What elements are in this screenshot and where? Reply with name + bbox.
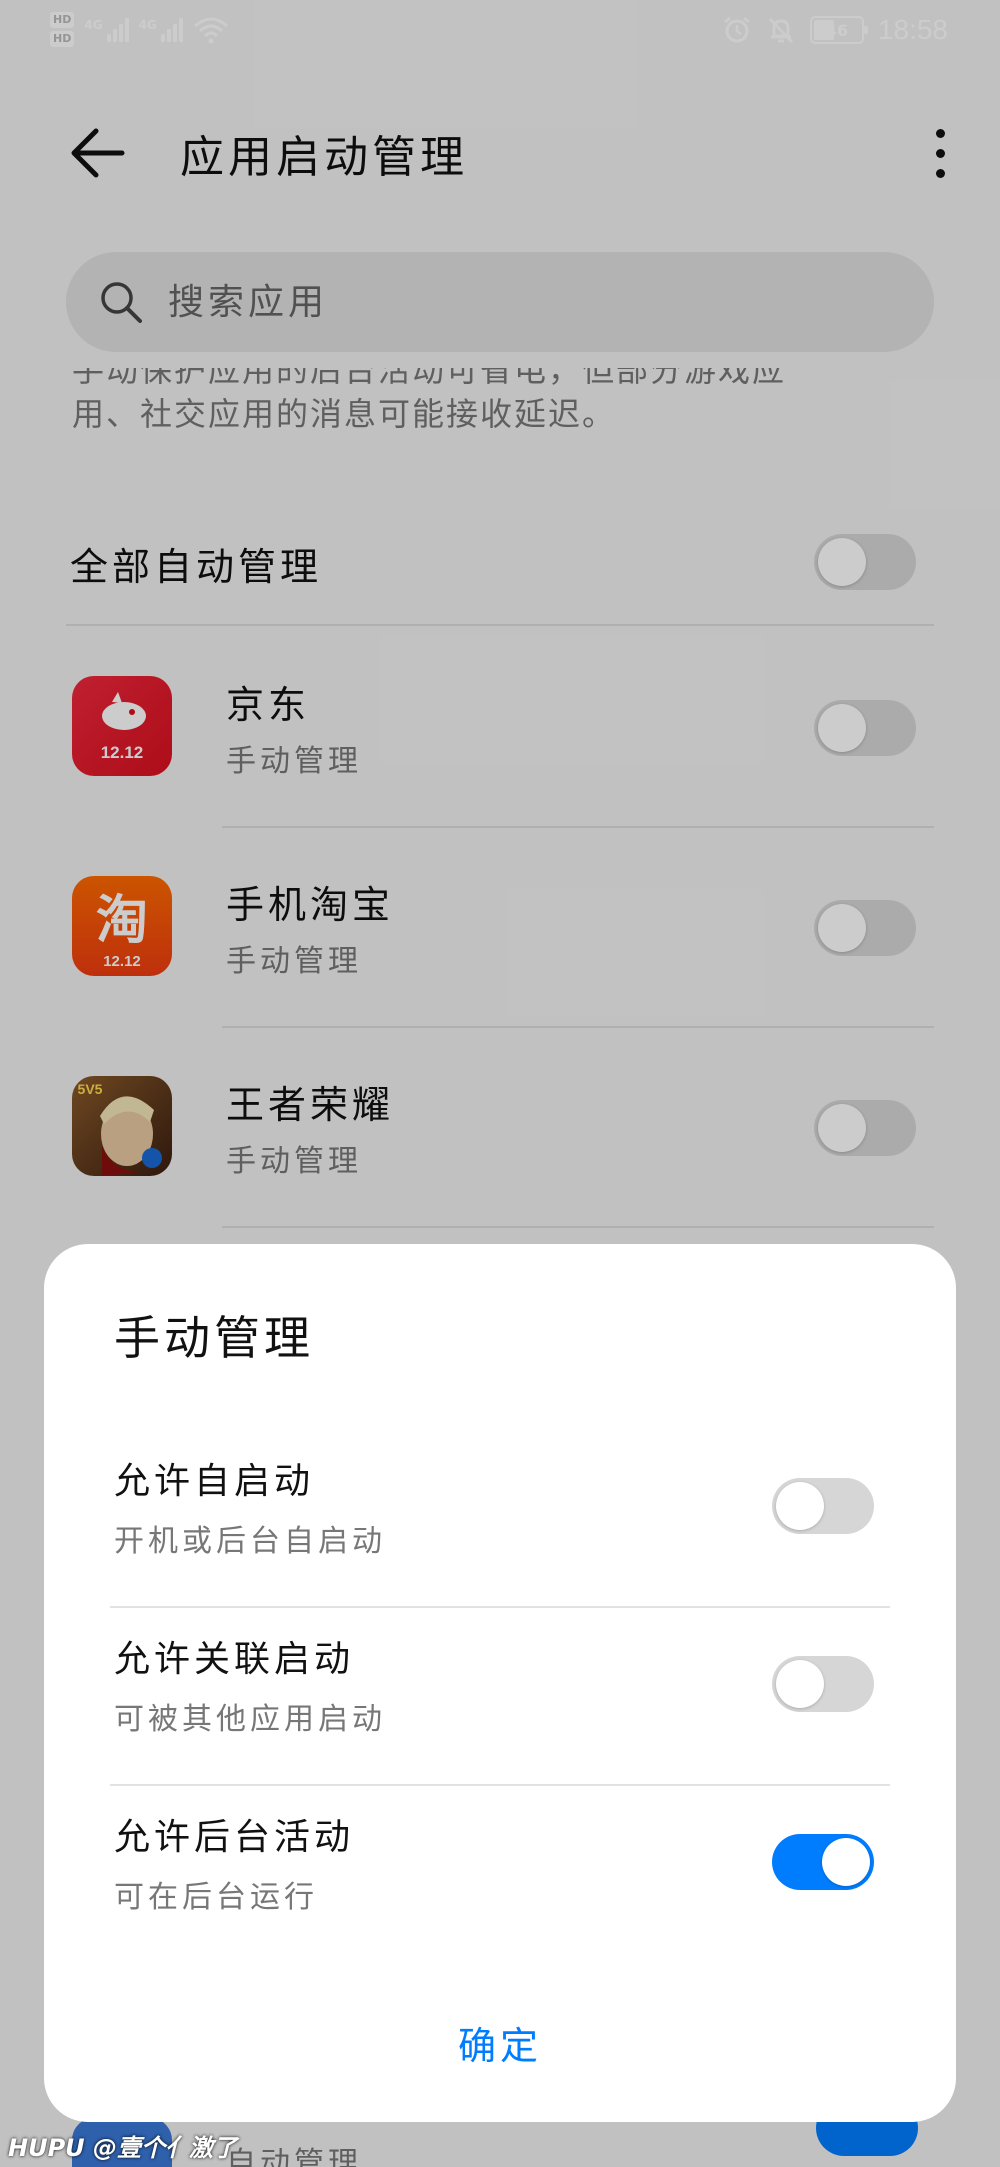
background-activity-toggle[interactable] [772,1834,874,1890]
auto-start-toggle[interactable] [772,1478,874,1534]
option-associated-start[interactable]: 允许关联启动 可被其他应用启动 [110,1608,890,1786]
option-subtitle: 开机或后台自启动 [114,1524,386,1559]
option-auto-start[interactable]: 允许自启动 开机或后台自启动 [110,1430,890,1608]
option-subtitle: 可被其他应用启动 [114,1702,386,1737]
manual-manage-dialog: 手动管理 允许自启动 开机或后台自启动 允许关联启动 可被其他应用启动 允许后台… [44,1244,956,2122]
option-subtitle: 可在后台运行 [114,1880,318,1915]
watermark: HUPU @壹个亻激了 [8,2134,238,2162]
option-background-activity[interactable]: 允许后台活动 可在后台运行 [110,1786,890,1964]
associated-start-toggle[interactable] [772,1656,874,1712]
option-title: 允许自启动 [114,1461,315,1502]
option-title: 允许关联启动 [114,1639,355,1680]
confirm-button[interactable]: 确定 [360,2002,640,2082]
dialog-title: 手动管理 [114,1311,314,1365]
option-title: 允许后台活动 [114,1817,355,1858]
